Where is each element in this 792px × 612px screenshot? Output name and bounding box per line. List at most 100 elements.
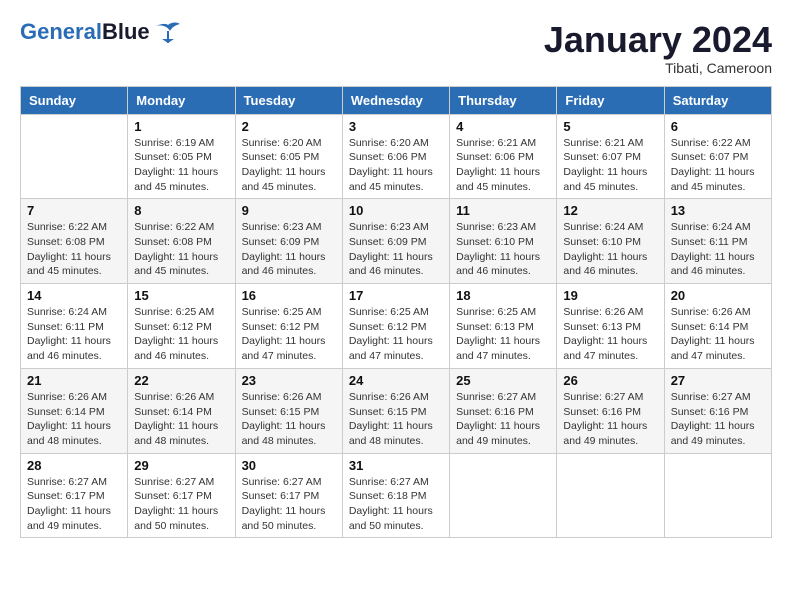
- calendar-cell: 11Sunrise: 6:23 AM Sunset: 6:10 PM Dayli…: [450, 199, 557, 284]
- calendar-header-row: SundayMondayTuesdayWednesdayThursdayFrid…: [21, 86, 772, 114]
- calendar-cell: 18 Sunrise: 6:25 AM Sunset: 6:13 PM Dayli…: [450, 284, 557, 369]
- page-header: GeneralBlue January 2024 Tibati, Cameroo…: [20, 20, 772, 76]
- day-number: 19: [563, 288, 657, 303]
- day-info: Sunrise: 6:26 AM Sunset: 6:14 PM Dayligh…: [671, 305, 765, 364]
- calendar-cell: 29 Sunrise: 6:27 AM Sunset: 6:17 PM Dayli…: [128, 453, 235, 538]
- day-number: 5: [563, 119, 657, 134]
- calendar-day-header: Wednesday: [342, 86, 449, 114]
- calendar-week-row: 21 Sunrise: 6:26 AM Sunset: 6:14 PM Dayli…: [21, 368, 772, 453]
- calendar-cell: 5 Sunrise: 6:21 AM Sunset: 6:07 PM Daylig…: [557, 114, 664, 199]
- day-info: Sunrise: 6:21 AM Sunset: 6:07 PM Dayligh…: [563, 136, 657, 195]
- calendar-week-row: 28 Sunrise: 6:27 AM Sunset: 6:17 PM Dayli…: [21, 453, 772, 538]
- day-number: 12: [563, 203, 657, 218]
- day-info: Sunrise: 6:25 AM Sunset: 6:12 PM Dayligh…: [242, 305, 336, 364]
- calendar-cell: 2 Sunrise: 6:20 AM Sunset: 6:05 PM Daylig…: [235, 114, 342, 199]
- calendar-cell: 6 Sunrise: 6:22 AM Sunset: 6:07 PM Daylig…: [664, 114, 771, 199]
- calendar-cell: 26 Sunrise: 6:27 AM Sunset: 6:16 PM Dayli…: [557, 368, 664, 453]
- day-info: Sunrise: 6:27 AM Sunset: 6:17 PM Dayligh…: [242, 475, 336, 534]
- day-info: Sunrise: 6:26 AM Sunset: 6:14 PM Dayligh…: [27, 390, 121, 449]
- calendar-cell: 21 Sunrise: 6:26 AM Sunset: 6:14 PM Dayli…: [21, 368, 128, 453]
- day-number: 3: [349, 119, 443, 134]
- day-info: Sunrise: 6:26 AM Sunset: 6:15 PM Dayligh…: [349, 390, 443, 449]
- calendar-cell: 17Sunrise: 6:25 AM Sunset: 6:12 PM Dayli…: [342, 284, 449, 369]
- calendar-cell: 10 Sunrise: 6:23 AM Sunset: 6:09 PM Dayli…: [342, 199, 449, 284]
- day-number: 27: [671, 373, 765, 388]
- day-info: Sunrise: 6:24 AM Sunset: 6:11 PM Dayligh…: [671, 220, 765, 279]
- day-info: Sunrise: 6:26 AM Sunset: 6:15 PM Dayligh…: [242, 390, 336, 449]
- day-info: Sunrise: 6:27 AM Sunset: 6:16 PM Dayligh…: [563, 390, 657, 449]
- calendar-cell: 28 Sunrise: 6:27 AM Sunset: 6:17 PM Dayli…: [21, 453, 128, 538]
- day-number: 18: [456, 288, 550, 303]
- calendar-week-row: 7 Sunrise: 6:22 AM Sunset: 6:08 PM Daylig…: [21, 199, 772, 284]
- calendar-cell: 23 Sunrise: 6:26 AM Sunset: 6:15 PM Dayli…: [235, 368, 342, 453]
- calendar-day-header: Monday: [128, 86, 235, 114]
- calendar-cell: 16 Sunrise: 6:25 AM Sunset: 6:12 PM Dayli…: [235, 284, 342, 369]
- day-number: 21: [27, 373, 121, 388]
- day-info: Sunrise: 6:23 AM Sunset: 6:09 PM Dayligh…: [349, 220, 443, 279]
- calendar-cell: [557, 453, 664, 538]
- day-number: 9: [242, 203, 336, 218]
- day-info: Sunrise: 6:24 AM Sunset: 6:10 PM Dayligh…: [563, 220, 657, 279]
- calendar-cell: 3 Sunrise: 6:20 AM Sunset: 6:06 PM Daylig…: [342, 114, 449, 199]
- day-info: Sunrise: 6:24 AM Sunset: 6:11 PM Dayligh…: [27, 305, 121, 364]
- day-number: 13: [671, 203, 765, 218]
- day-number: 25: [456, 373, 550, 388]
- day-number: 15: [134, 288, 228, 303]
- calendar-cell: 1 Sunrise: 6:19 AM Sunset: 6:05 PM Daylig…: [128, 114, 235, 199]
- calendar-cell: 14Sunrise: 6:24 AM Sunset: 6:11 PM Dayli…: [21, 284, 128, 369]
- calendar-cell: 4 Sunrise: 6:21 AM Sunset: 6:06 PM Daylig…: [450, 114, 557, 199]
- calendar-day-header: Sunday: [21, 86, 128, 114]
- day-info: Sunrise: 6:25 AM Sunset: 6:13 PM Dayligh…: [456, 305, 550, 364]
- day-info: Sunrise: 6:19 AM Sunset: 6:05 PM Dayligh…: [134, 136, 228, 195]
- calendar-week-row: 14Sunrise: 6:24 AM Sunset: 6:11 PM Dayli…: [21, 284, 772, 369]
- day-number: 1: [134, 119, 228, 134]
- day-number: 22: [134, 373, 228, 388]
- day-info: Sunrise: 6:21 AM Sunset: 6:06 PM Dayligh…: [456, 136, 550, 195]
- day-number: 30: [242, 458, 336, 473]
- calendar-day-header: Tuesday: [235, 86, 342, 114]
- day-number: 31: [349, 458, 443, 473]
- calendar-title: January 2024: [544, 20, 772, 60]
- day-number: 29: [134, 458, 228, 473]
- day-number: 10: [349, 203, 443, 218]
- day-info: Sunrise: 6:25 AM Sunset: 6:12 PM Dayligh…: [134, 305, 228, 364]
- calendar-day-header: Thursday: [450, 86, 557, 114]
- day-info: Sunrise: 6:26 AM Sunset: 6:14 PM Dayligh…: [134, 390, 228, 449]
- calendar-day-header: Saturday: [664, 86, 771, 114]
- calendar-cell: 20Sunrise: 6:26 AM Sunset: 6:14 PM Dayli…: [664, 284, 771, 369]
- logo-text-blue: Blue: [102, 19, 150, 44]
- calendar-cell: 24Sunrise: 6:26 AM Sunset: 6:15 PM Dayli…: [342, 368, 449, 453]
- day-info: Sunrise: 6:22 AM Sunset: 6:07 PM Dayligh…: [671, 136, 765, 195]
- calendar-week-row: 1 Sunrise: 6:19 AM Sunset: 6:05 PM Daylig…: [21, 114, 772, 199]
- day-number: 26: [563, 373, 657, 388]
- day-info: Sunrise: 6:22 AM Sunset: 6:08 PM Dayligh…: [27, 220, 121, 279]
- day-info: Sunrise: 6:20 AM Sunset: 6:05 PM Dayligh…: [242, 136, 336, 195]
- day-info: Sunrise: 6:20 AM Sunset: 6:06 PM Dayligh…: [349, 136, 443, 195]
- day-info: Sunrise: 6:22 AM Sunset: 6:08 PM Dayligh…: [134, 220, 228, 279]
- day-info: Sunrise: 6:27 AM Sunset: 6:16 PM Dayligh…: [456, 390, 550, 449]
- day-number: 8: [134, 203, 228, 218]
- calendar-cell: 7 Sunrise: 6:22 AM Sunset: 6:08 PM Daylig…: [21, 199, 128, 284]
- calendar-cell: 19Sunrise: 6:26 AM Sunset: 6:13 PM Dayli…: [557, 284, 664, 369]
- day-info: Sunrise: 6:25 AM Sunset: 6:12 PM Dayligh…: [349, 305, 443, 364]
- calendar-cell: 25 Sunrise: 6:27 AM Sunset: 6:16 PM Dayli…: [450, 368, 557, 453]
- day-number: 23: [242, 373, 336, 388]
- calendar-cell: 31Sunrise: 6:27 AM Sunset: 6:18 PM Dayli…: [342, 453, 449, 538]
- day-number: 16: [242, 288, 336, 303]
- calendar-day-header: Friday: [557, 86, 664, 114]
- day-number: 6: [671, 119, 765, 134]
- day-number: 4: [456, 119, 550, 134]
- calendar-cell: 12 Sunrise: 6:24 AM Sunset: 6:10 PM Dayli…: [557, 199, 664, 284]
- day-info: Sunrise: 6:27 AM Sunset: 6:17 PM Dayligh…: [134, 475, 228, 534]
- day-number: 2: [242, 119, 336, 134]
- day-info: Sunrise: 6:23 AM Sunset: 6:09 PM Dayligh…: [242, 220, 336, 279]
- day-info: Sunrise: 6:27 AM Sunset: 6:16 PM Dayligh…: [671, 390, 765, 449]
- day-number: 11: [456, 203, 550, 218]
- day-number: 7: [27, 203, 121, 218]
- day-info: Sunrise: 6:27 AM Sunset: 6:17 PM Dayligh…: [27, 475, 121, 534]
- calendar-table: SundayMondayTuesdayWednesdayThursdayFrid…: [20, 86, 772, 539]
- title-block: January 2024 Tibati, Cameroon: [544, 20, 772, 76]
- logo-text-general: General: [20, 19, 102, 44]
- calendar-cell: 30 Sunrise: 6:27 AM Sunset: 6:17 PM Dayli…: [235, 453, 342, 538]
- day-number: 28: [27, 458, 121, 473]
